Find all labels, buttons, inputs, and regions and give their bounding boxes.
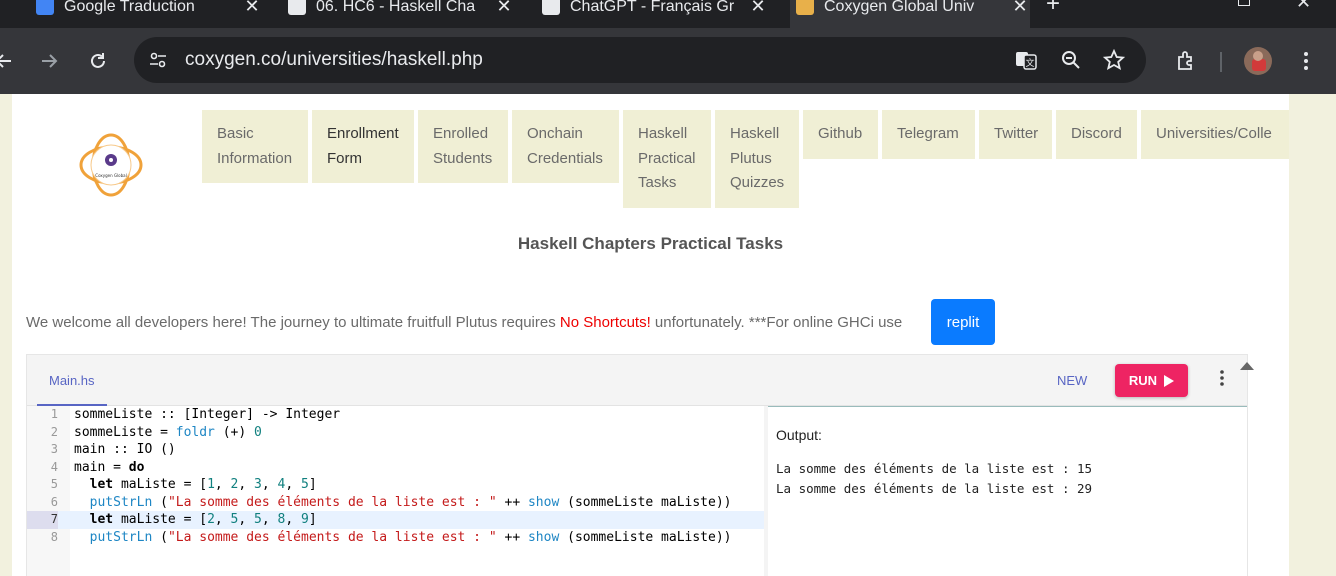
- code-line[interactable]: 5 let maListe = [1, 2, 3, 4, 5]: [27, 476, 764, 494]
- code-text: main :: IO (): [74, 442, 176, 457]
- page-title: Haskell Chapters Practical Tasks: [517, 234, 784, 253]
- browser-tab-title: 06. HC6 - Haskell Cha: [316, 0, 476, 15]
- nav-item[interactable]: Onchain Credentials: [512, 110, 619, 183]
- arrow-right-icon: [42, 54, 58, 68]
- coxygen-logo[interactable]: Coxygen Global: [76, 130, 146, 200]
- browser-tab[interactable]: Google Traduction ✕: [30, 0, 262, 28]
- nav-item[interactable]: Haskell Practical Tasks: [623, 110, 711, 208]
- welcome-text: We welcome all developers here! The jour…: [26, 314, 903, 331]
- browser-tab-title: Coxygen Global Univ: [824, 0, 975, 15]
- browser-toolbar: coxygen.co/universities/haskell.php 文: [0, 28, 1336, 94]
- new-tab-button[interactable]: +: [1046, 0, 1060, 18]
- google-translate-icon: [36, 0, 54, 15]
- nav-item[interactable]: Twitter: [979, 110, 1052, 159]
- more-vertical-icon: [1220, 370, 1224, 386]
- play-icon: [1164, 374, 1175, 387]
- editor-header: Main.hs NEW RUN: [27, 355, 1247, 406]
- close-tab-icon[interactable]: ✕: [1010, 0, 1030, 16]
- nav-item[interactable]: Github: [803, 110, 878, 159]
- coxygen-icon: [796, 0, 814, 15]
- code-line[interactable]: 7 let maListe = [2, 5, 5, 8, 9]: [27, 511, 764, 529]
- file-tab-main[interactable]: Main.hs: [37, 355, 107, 406]
- browser-tab-title: ChatGPT - Français Gr: [570, 0, 735, 15]
- line-number: 8: [50, 529, 58, 544]
- nav-item[interactable]: Universities/Colle: [1141, 110, 1289, 159]
- toolbar-divider: [1220, 52, 1222, 72]
- nav-item[interactable]: Enrollment Form: [312, 110, 414, 183]
- code-line[interactable]: 4 main = do: [27, 459, 764, 477]
- code-line[interactable]: 8 putStrLn ("La somme des éléments de la…: [27, 529, 764, 547]
- no-shortcuts-text: No Shortcuts!: [559, 314, 651, 331]
- nav-item[interactable]: Discord: [1056, 110, 1137, 159]
- code-editor: Main.hs NEW RUN 1 sommeListe :: [Integer]…: [26, 354, 1248, 576]
- line-number: 2: [50, 424, 58, 439]
- code-line[interactable]: 1 sommeListe :: [Integer] -> Integer: [27, 406, 764, 424]
- scroll-up-arrow[interactable]: [1240, 362, 1254, 370]
- close-tab-icon[interactable]: ✕: [494, 0, 514, 16]
- code-text: sommeListe = foldr (+) 0: [74, 424, 262, 440]
- run-button-label: RUN: [1128, 373, 1158, 388]
- close-tab-icon[interactable]: ✕: [748, 0, 768, 16]
- site-info-icon[interactable]: [146, 48, 170, 72]
- browser-tab[interactable]: 06. HC6 - Haskell Cha ✕: [282, 0, 514, 28]
- bookmark-star-icon[interactable]: [1102, 48, 1126, 72]
- code-text: let maListe = [1, 2, 3, 4, 5]: [89, 477, 317, 492]
- browser-tab-title: Google Traduction: [64, 0, 195, 15]
- profile-avatar[interactable]: [1244, 47, 1272, 75]
- page-viewport: Coxygen Global Basic Information Enrollme…: [0, 94, 1336, 576]
- editor-menu-button[interactable]: [1212, 369, 1232, 393]
- svg-text:文: 文: [1025, 57, 1034, 69]
- line-number: 4: [50, 459, 58, 474]
- nav-item[interactable]: Enrolled Students: [418, 110, 508, 183]
- close-window-button[interactable]: ✕: [1296, 0, 1311, 13]
- back-button[interactable]: [0, 45, 20, 77]
- chatgpt-icon: [542, 0, 560, 15]
- output-line: La somme des éléments de la liste est : …: [776, 461, 1093, 476]
- code-line[interactable]: 3 main :: IO (): [27, 441, 764, 459]
- github-icon: [288, 0, 306, 15]
- address-bar[interactable]: coxygen.co/universities/haskell.php 文: [134, 37, 1146, 83]
- code-text: putStrLn ("La somme des éléments de la l…: [89, 494, 732, 510]
- nav-item[interactable]: Haskell Plutus Quizzes: [715, 110, 799, 208]
- close-tab-icon[interactable]: ✕: [242, 0, 262, 16]
- code-line[interactable]: 6 putStrLn ("La somme des éléments de la…: [27, 494, 764, 512]
- maximize-button[interactable]: [1238, 0, 1250, 6]
- line-number: 1: [50, 407, 58, 421]
- page-content: Coxygen Global Basic Information Enrollme…: [12, 94, 1289, 576]
- new-button[interactable]: NEW: [1057, 373, 1087, 388]
- svg-text:Coxygen Global: Coxygen Global: [95, 173, 126, 178]
- code-line[interactable]: 2 sommeListe = foldr (+) 0: [27, 424, 764, 442]
- browser-tab[interactable]: Coxygen Global Univ ✕: [790, 0, 1030, 28]
- browser-tab-strip: Google Traduction ✕ 06. HC6 - Haskell Cha ✕…: [0, 0, 1336, 28]
- output-line: La somme des éléments de la liste est : …: [776, 481, 1093, 496]
- run-button[interactable]: RUN: [1115, 364, 1188, 397]
- arrow-left-icon: [0, 54, 11, 68]
- code-text: let maListe = [2, 5, 5, 8, 9]: [89, 512, 317, 527]
- forward-button[interactable]: [33, 45, 65, 77]
- extensions-button[interactable]: [1170, 45, 1202, 77]
- nav-item[interactable]: Basic Information: [202, 110, 308, 183]
- line-number: 7: [27, 511, 58, 529]
- nav-item[interactable]: Telegram: [882, 110, 975, 159]
- zoom-icon[interactable]: [1059, 48, 1083, 72]
- code-pane[interactable]: 1 sommeListe :: [Integer] -> Integer2 somm…: [27, 406, 764, 576]
- line-number: 6: [50, 494, 58, 509]
- address-url[interactable]: coxygen.co/universities/haskell.php: [185, 49, 483, 71]
- translate-icon[interactable]: 文: [1014, 48, 1038, 72]
- line-number: 5: [50, 477, 58, 491]
- code-text: main = do: [74, 459, 145, 475]
- reload-icon: [91, 53, 105, 68]
- output-pane: Output: La somme des éléments de la list…: [768, 406, 1247, 576]
- replit-button[interactable]: replit: [931, 299, 995, 345]
- more-vertical-icon: [1304, 52, 1308, 70]
- puzzle-icon: [1178, 51, 1192, 70]
- output-label: Output:: [776, 427, 822, 443]
- browser-tab[interactable]: ChatGPT - Français Gr ✕: [536, 0, 768, 28]
- reload-button[interactable]: [82, 45, 114, 77]
- browser-menu-button[interactable]: [1290, 45, 1322, 77]
- code-text: putStrLn ("La somme des éléments de la l…: [89, 529, 732, 545]
- line-number: 3: [50, 442, 58, 456]
- code-text: sommeListe :: [Integer] -> Integer: [74, 407, 341, 422]
